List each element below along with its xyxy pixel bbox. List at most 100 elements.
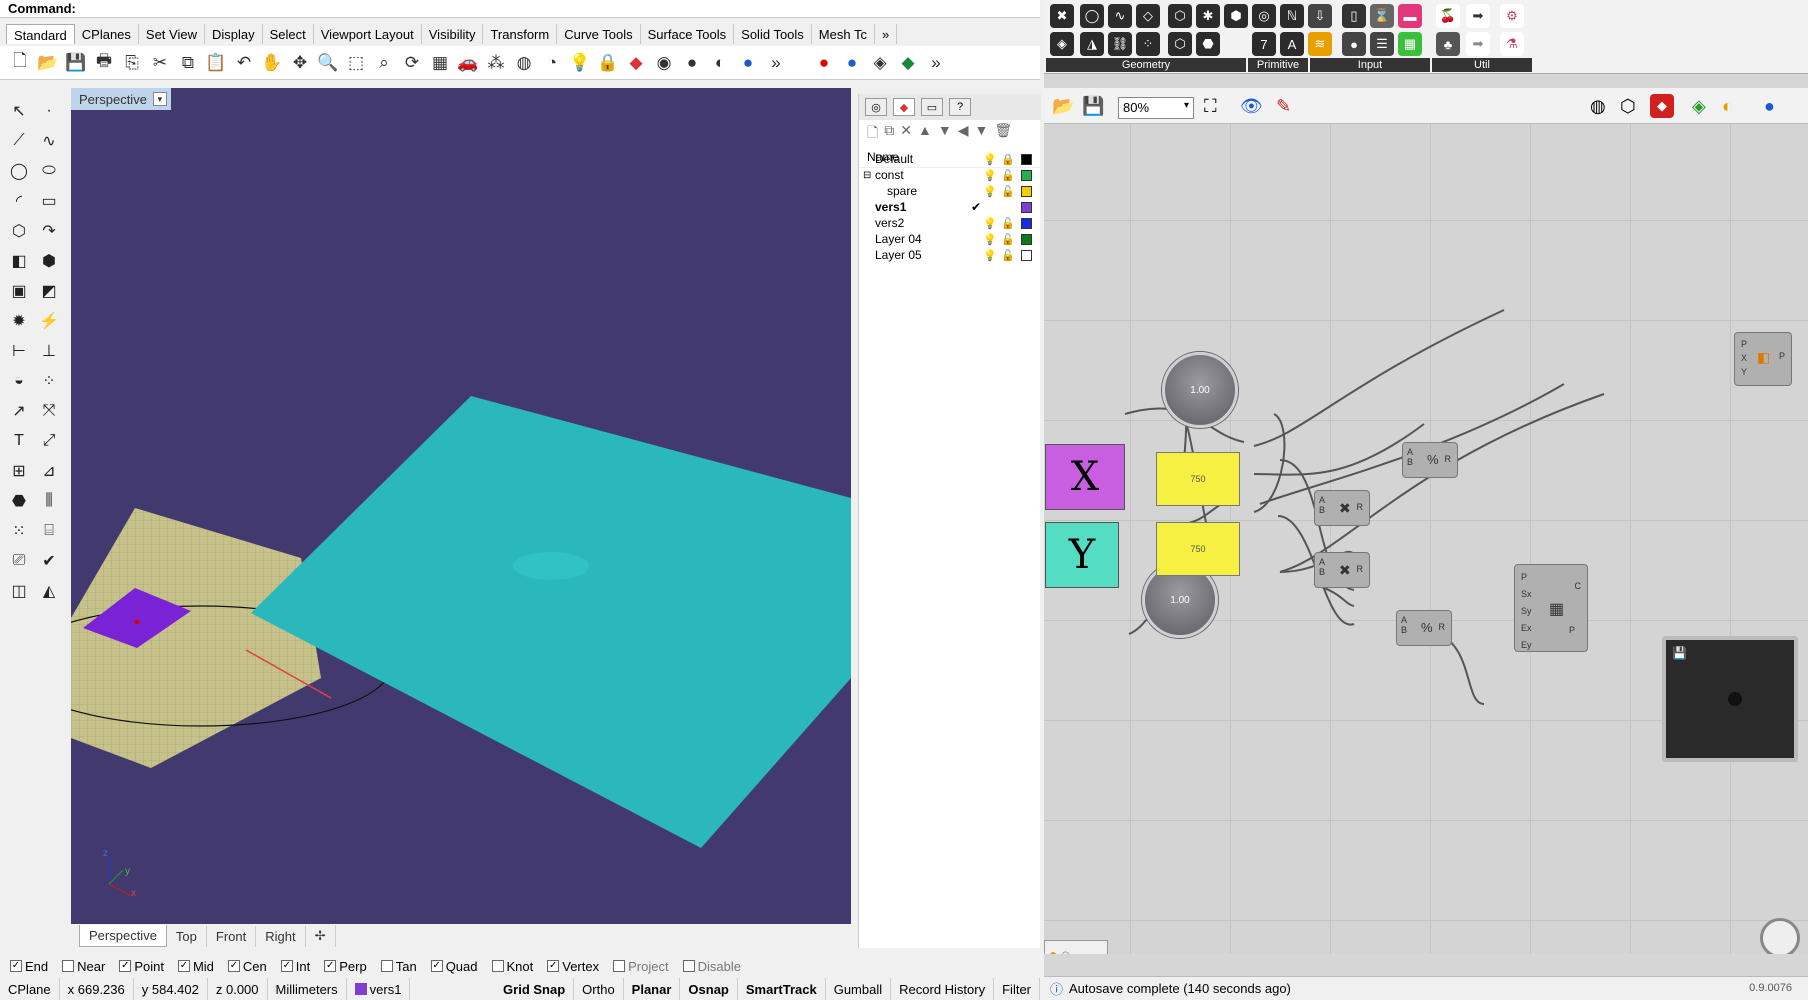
layer-row[interactable]: Layer 05 💡 🔓 xyxy=(859,246,1041,264)
export-icon[interactable]: ⎘ xyxy=(120,51,144,75)
polygon-icon[interactable]: ⬡ xyxy=(6,218,32,244)
pan-icon[interactable]: ✋ xyxy=(260,51,284,75)
lightning-icon[interactable]: ⚡ xyxy=(36,308,62,334)
open-icon[interactable]: 📂 xyxy=(36,51,60,75)
gh-open-icon[interactable]: 📂 xyxy=(1052,96,1074,117)
layer-lock-icon[interactable]: 🔓 xyxy=(1001,185,1015,198)
osnap-mid[interactable]: ✓ Mid xyxy=(177,959,214,974)
category-geometry[interactable]: Geometry xyxy=(1046,58,1246,72)
boolean-icon[interactable]: ◒ xyxy=(6,368,32,394)
ellipse-icon[interactable]: ⬭ xyxy=(36,158,62,184)
material-icon[interactable]: ◐ xyxy=(708,51,732,75)
trim-icon[interactable]: ⊥ xyxy=(36,338,62,364)
zoom-select[interactable]: 80% ▾ xyxy=(1118,97,1194,119)
gh-cherry-icon[interactable]: 🍒 xyxy=(1436,4,1460,28)
preview-shaded-icon[interactable]: ⬡ xyxy=(1620,96,1636,117)
check-icon[interactable]: ✔ xyxy=(36,548,62,574)
multiply-component-1[interactable]: A B ✖ R xyxy=(1314,490,1370,526)
array-icon[interactable]: ⊞ xyxy=(6,458,32,484)
viewport-title[interactable]: Perspective ▾ xyxy=(71,88,171,110)
dimension-icon[interactable]: ⊢ xyxy=(6,338,32,364)
osnap-cen[interactable]: ✓ Cen xyxy=(227,959,267,974)
red-sphere-icon[interactable]: ● xyxy=(812,51,836,75)
osnap-checkbox[interactable]: ✓ xyxy=(10,960,22,972)
rectangle-icon[interactable]: ▭ xyxy=(36,188,62,214)
paste-icon[interactable]: 📋 xyxy=(204,51,228,75)
light-icon[interactable]: 💡 xyxy=(568,51,592,75)
filter-icon[interactable]: ▼ xyxy=(975,122,989,140)
gh-link-icon[interactable]: ⛓ xyxy=(1108,32,1132,56)
mesh-icon[interactable]: ◩ xyxy=(36,278,62,304)
param-y[interactable]: Y xyxy=(1045,522,1119,588)
box-icon[interactable]: ▣ xyxy=(6,278,32,304)
delete-layer-icon[interactable]: ✕ xyxy=(900,122,912,140)
fillet-icon[interactable]: ↗ xyxy=(6,398,32,424)
osnap-checkbox[interactable] xyxy=(682,960,695,972)
gh-circle-icon[interactable]: ◯ xyxy=(1080,4,1104,28)
osnap-checkbox[interactable]: ✓ xyxy=(177,960,190,972)
gh-gold-icon[interactable]: ● xyxy=(1049,946,1057,954)
select-icon[interactable]: ◔ xyxy=(540,51,564,75)
toggle-smarttrack[interactable]: SmartTrack xyxy=(738,978,826,1000)
toolbar-tab-set-view[interactable]: Set View xyxy=(139,24,205,44)
toggle-osnap[interactable]: Osnap xyxy=(680,978,738,1000)
divide-component-2[interactable]: A B% R xyxy=(1396,610,1452,646)
save-icon[interactable]: 💾 xyxy=(64,51,88,75)
cube-icon[interactable]: ◈ xyxy=(868,51,892,75)
select-arrow-icon[interactable]: ↖ xyxy=(6,98,32,124)
polyline-icon[interactable]: ⟋ xyxy=(6,128,32,154)
category-util[interactable]: Util xyxy=(1432,58,1532,72)
split-icon[interactable]: ⁘ xyxy=(36,368,62,394)
rectangular-grid-component[interactable]: P Sx Sy Ex Ey ▦ C P xyxy=(1514,564,1588,652)
print-icon[interactable]: 🖶 xyxy=(92,51,116,75)
toolbar-tab-solid-tools[interactable]: Solid Tools xyxy=(734,24,812,44)
toolbar-tab-visibility[interactable]: Visibility xyxy=(422,24,484,44)
osnap-quad[interactable]: ✓ Quad xyxy=(430,959,478,974)
preview-eye-icon[interactable]: 👁 xyxy=(1240,96,1263,117)
bake-icon[interactable]: ◈ xyxy=(1692,96,1706,117)
copy-icon[interactable]: ⧉ xyxy=(176,51,200,75)
osnap-near[interactable]: Near xyxy=(62,959,105,974)
gh-number-icon[interactable]: ◎ xyxy=(1252,4,1276,28)
surface-icon[interactable]: ◧ xyxy=(6,248,32,274)
move-view-icon[interactable]: ✥ xyxy=(288,51,312,75)
move-up-icon[interactable]: ▲ xyxy=(918,122,932,140)
sketch-icon[interactable]: ✎ xyxy=(1276,96,1291,117)
toolbar-tab-mesh-tc[interactable]: Mesh Tc xyxy=(812,24,875,44)
more-icon[interactable]: » xyxy=(764,51,788,75)
viewport-grid-icon[interactable]: ▦ xyxy=(428,51,452,75)
layer-color-swatch[interactable] xyxy=(1021,169,1032,181)
gh-seven-icon[interactable]: 7 xyxy=(1252,32,1276,56)
gh-matrix-icon[interactable]: ▦ xyxy=(1398,32,1422,56)
layer-visibility-icon[interactable]: 💡 xyxy=(983,233,997,246)
solid-icon[interactable]: ⬢ xyxy=(36,248,62,274)
mirror-icon[interactable]: ⊿ xyxy=(36,458,62,484)
gh-group-icon[interactable]: ⬣ xyxy=(1196,32,1220,56)
gh-plane-icon[interactable]: ◈ xyxy=(1050,32,1074,56)
car-icon[interactable]: 🚗 xyxy=(456,51,480,75)
perspective-viewport[interactable]: z y x xyxy=(71,88,851,924)
sphere-icon[interactable]: ● xyxy=(736,51,760,75)
gh-text-icon[interactable]: A xyxy=(1280,32,1304,56)
toolbar-tab-viewport-layout[interactable]: Viewport Layout xyxy=(314,24,422,44)
color-wheel-icon[interactable]: ◉ xyxy=(652,51,676,75)
cut-icon[interactable]: ✂ xyxy=(148,51,172,75)
gh-save-icon[interactable]: 💾 xyxy=(1082,96,1104,117)
toggle-grid-snap[interactable]: Grid Snap xyxy=(495,978,575,1000)
gh-lasso-icon[interactable]: ◌ xyxy=(1061,946,1069,954)
osnap-disable[interactable]: Disable xyxy=(682,959,741,974)
cplane-label[interactable]: CPlane xyxy=(0,978,60,1000)
layer-lock-icon[interactable]: 🔓 xyxy=(1001,169,1015,182)
layer-visibility-icon[interactable]: 💡 xyxy=(983,153,997,166)
point-icon[interactable]: ⁂ xyxy=(484,51,508,75)
viewport-tab-perspective[interactable]: Perspective xyxy=(79,925,167,947)
layer-lock-icon[interactable]: 🔒 xyxy=(1001,153,1015,166)
toolbar-tab-curve-tools[interactable]: Curve Tools xyxy=(557,24,641,44)
circle-icon[interactable]: ◯ xyxy=(6,158,32,184)
osnap-vertex[interactable]: ✓ Vertex xyxy=(547,959,599,974)
block-icon[interactable]: ⬣ xyxy=(6,488,32,514)
layer-icon[interactable]: ◆ xyxy=(624,51,648,75)
osnap-checkbox[interactable]: ✓ xyxy=(324,960,337,972)
undo-icon[interactable]: ↶ xyxy=(232,51,256,75)
category-primitive[interactable]: Primitive xyxy=(1248,58,1308,72)
